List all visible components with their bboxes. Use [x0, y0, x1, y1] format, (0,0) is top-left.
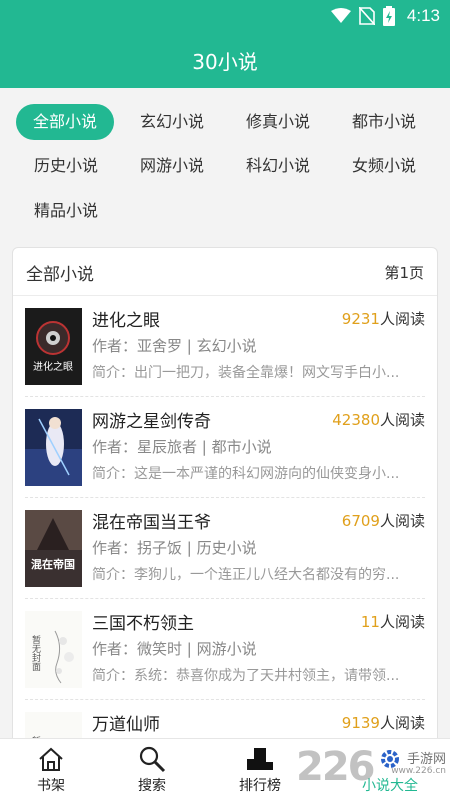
category-urban[interactable]: 都市小说 [336, 104, 432, 140]
book-item[interactable]: 网游之星剑传奇 42380人阅读 作者：星辰旅者 | 都市小说 简介：这是一本严… [13, 397, 437, 498]
book-title: 三国不朽领主 [92, 614, 194, 634]
reader-count: 9139人阅读 [342, 712, 425, 733]
book-title: 网游之星剑传奇 [92, 412, 211, 432]
watermark-text: 手游网 [406, 752, 446, 767]
reader-count: 11人阅读 [361, 611, 425, 632]
category-fantasy[interactable]: 玄幻小说 [124, 104, 220, 140]
book-summary: 简介：出门一把刀，装备全靠爆！网文写手白小... [92, 365, 400, 381]
reader-number: 9139 [341, 714, 380, 732]
reader-suffix: 人阅读 [379, 310, 425, 328]
book-cover: 暂无封面 [25, 611, 82, 688]
tab-ranking[interactable]: 排行榜 [220, 739, 300, 799]
podium-icon [247, 748, 273, 770]
book-cover: 混在帝国 [25, 510, 82, 587]
category-online-game[interactable]: 网游小说 [124, 148, 220, 184]
cover-title: 混在帝国 [31, 557, 75, 571]
reader-number: 6709 [341, 512, 380, 530]
reader-count: 9231人阅读 [342, 308, 425, 329]
book-author: 作者：星辰旅者 | 都市小说 [92, 438, 272, 456]
book-author: 作者：亚舍罗 | 玄幻小说 [92, 337, 257, 355]
book-author: 作者：微笑时 | 网游小说 [92, 640, 257, 658]
category-scifi[interactable]: 科幻小说 [230, 148, 326, 184]
list-title: 全部小说 [26, 265, 94, 285]
status-time: 4:13 [406, 6, 440, 25]
book-title: 万道仙师 [92, 715, 160, 735]
book-item[interactable]: 混在帝国 混在帝国当王爷 6709人阅读 作者：拐子饭 | 历史小说 简介：李狗… [13, 498, 437, 599]
book-cover: 进化之眼 [25, 308, 82, 385]
card-header: 全部小说 第1页 [13, 248, 437, 296]
book-cover [25, 409, 82, 486]
no-sim-icon [358, 7, 375, 25]
category-cultivation[interactable]: 修真小说 [230, 104, 326, 140]
category-filter: 全部小说 玄幻小说 修真小说 都市小说 历史小说 网游小说 科幻小说 女频小说 … [0, 88, 450, 246]
book-summary: 简介：系统：恭喜你成为了天井村领主，请带领... [92, 668, 400, 684]
book-list-card: 全部小说 第1页 进化之眼 进化之眼 9231人阅读 作者：亚舍罗 | 玄幻小说… [12, 247, 438, 747]
category-history[interactable]: 历史小说 [18, 148, 114, 184]
tab-label: 排行榜 [239, 778, 281, 794]
category-all[interactable]: 全部小说 [16, 104, 114, 140]
wifi-icon [330, 8, 351, 23]
app-bar: 30小说 [0, 32, 450, 88]
home-icon [39, 747, 63, 771]
search-icon [139, 746, 166, 773]
page-indicator: 第1页 [384, 264, 424, 282]
book-title: 进化之眼 [92, 311, 160, 331]
reader-suffix: 人阅读 [379, 714, 425, 732]
reader-suffix: 人阅读 [379, 613, 425, 631]
cover-title: 进化之眼 [33, 360, 73, 373]
tab-label: 书架 [37, 778, 65, 794]
watermark-url: www.226.cn [391, 766, 446, 776]
reader-suffix: 人阅读 [379, 512, 425, 530]
category-featured[interactable]: 精品小说 [18, 193, 114, 229]
cover-title: 暂无封面 [30, 634, 41, 672]
watermark: 226 手游网 www.226.cn [296, 744, 446, 790]
reader-number: 9231 [341, 310, 380, 328]
tab-label: 搜索 [138, 778, 166, 794]
book-title: 混在帝国当王爷 [92, 513, 211, 533]
reader-suffix: 人阅读 [379, 411, 425, 429]
status-bar: 4:13 [0, 0, 450, 32]
book-summary: 简介：李狗儿，一个连正儿八经大名都没有的穷... [92, 567, 400, 583]
app-title: 30小说 [192, 49, 258, 74]
book-item[interactable]: 暂无封面 三国不朽领主 11人阅读 作者：微笑时 | 网游小说 简介：系统：恭喜… [13, 599, 437, 700]
battery-charging-icon [382, 6, 395, 26]
reader-number: 11 [360, 613, 380, 631]
reader-count: 6709人阅读 [342, 510, 425, 531]
category-female[interactable]: 女频小说 [336, 148, 432, 184]
tab-search[interactable]: 搜索 [112, 739, 192, 799]
reader-count: 42380人阅读 [332, 409, 425, 430]
watermark-number: 226 [296, 744, 375, 790]
reader-number: 42380 [332, 411, 380, 429]
tab-bookshelf[interactable]: 书架 [11, 739, 91, 799]
book-summary: 简介：这是一本严谨的科幻网游向的仙侠变身小... [92, 466, 400, 482]
book-author: 作者：拐子饭 | 历史小说 [92, 539, 257, 557]
book-item[interactable]: 进化之眼 进化之眼 9231人阅读 作者：亚舍罗 | 玄幻小说 简介：出门一把刀… [13, 296, 437, 397]
